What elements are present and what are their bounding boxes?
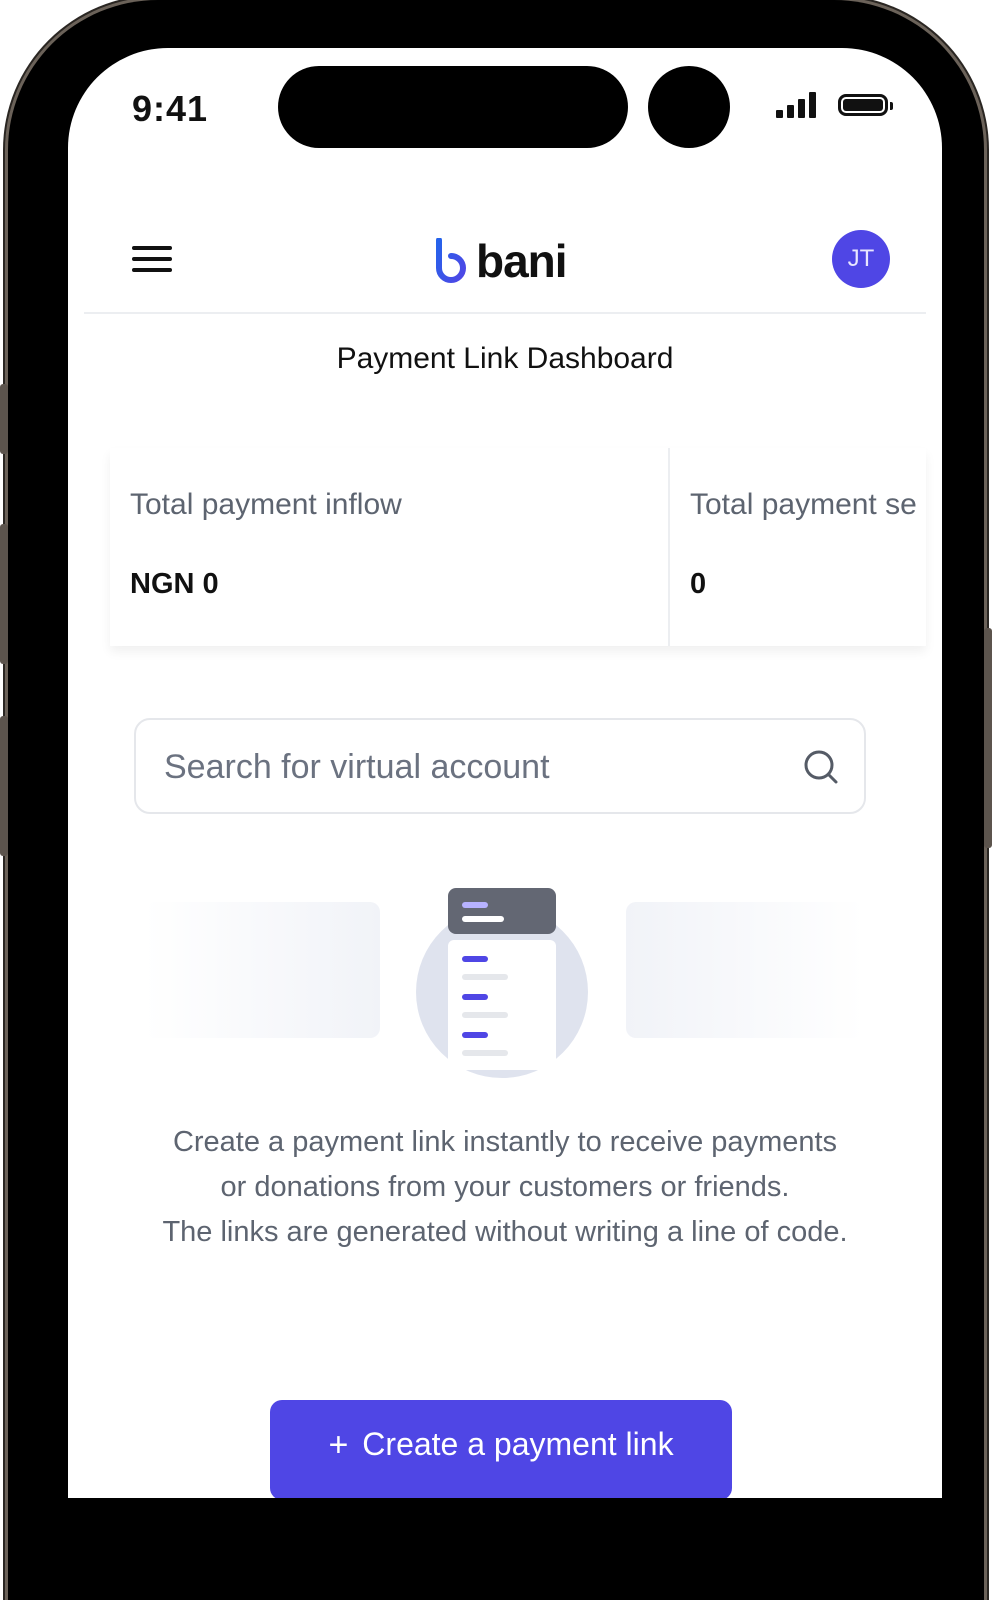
- signal-icon: [776, 92, 816, 118]
- battery-icon: [838, 94, 893, 116]
- list-bullet: [462, 1032, 488, 1038]
- stat-value: 0: [690, 568, 707, 600]
- hamburger-menu-icon[interactable]: [132, 246, 172, 272]
- empty-state-illustration: [144, 884, 864, 1078]
- user-avatar[interactable]: JT: [832, 230, 890, 288]
- search-box: [134, 718, 866, 814]
- list-bullet: [462, 994, 488, 1000]
- header-line: [462, 902, 488, 908]
- side-button: [984, 628, 992, 848]
- side-button: [0, 716, 8, 856]
- plus-icon: +: [328, 1426, 349, 1464]
- status-time: 9:41: [132, 88, 209, 129]
- header-line: [462, 916, 504, 922]
- list-line: [462, 1012, 508, 1018]
- stat-value: NGN 0: [130, 568, 219, 600]
- top-navigation-bar: bani JT: [84, 208, 926, 314]
- search-input[interactable]: [162, 720, 786, 814]
- brand-name: bani: [476, 235, 568, 287]
- description-line: Create a payment link instantly to recei…: [172, 1126, 838, 1203]
- ghost-card-right: [626, 902, 864, 1038]
- page-title: Payment Link Dashboard: [336, 342, 674, 375]
- list-line: [462, 974, 508, 980]
- side-button: [0, 384, 8, 454]
- brand-logo[interactable]: bani: [434, 235, 568, 287]
- stat-label: Total payment inflow: [130, 488, 402, 521]
- stat-card-sent: Total payment se 0: [670, 448, 926, 646]
- document-header: [448, 888, 556, 934]
- bani-logo-icon: [436, 238, 467, 283]
- list-line: [462, 1050, 508, 1056]
- stat-card-inflow: Total payment inflow NGN 0: [110, 448, 670, 646]
- stat-label: Total payment se: [690, 488, 917, 521]
- stats-carousel[interactable]: Total payment inflow NGN 0 Total payment…: [110, 448, 926, 646]
- description-line: The links are generated without writing …: [162, 1216, 848, 1248]
- ghost-card-left: [144, 902, 380, 1038]
- side-button: [0, 524, 8, 664]
- phone-frame: 9:41 bani JT Payment Link Dashboard Tota…: [8, 0, 984, 1600]
- search-icon[interactable]: [802, 748, 840, 786]
- create-payment-link-button[interactable]: + Create a payment link: [270, 1400, 732, 1498]
- button-label: Create a payment link: [362, 1426, 674, 1462]
- list-bullet: [462, 956, 488, 962]
- camera-cutout: [648, 66, 730, 148]
- dynamic-island: [278, 66, 628, 148]
- empty-state-description: Create a payment link instantly to recei…: [158, 1120, 852, 1255]
- app-screen: 9:41 bani JT Payment Link Dashboard Tota…: [68, 48, 942, 1498]
